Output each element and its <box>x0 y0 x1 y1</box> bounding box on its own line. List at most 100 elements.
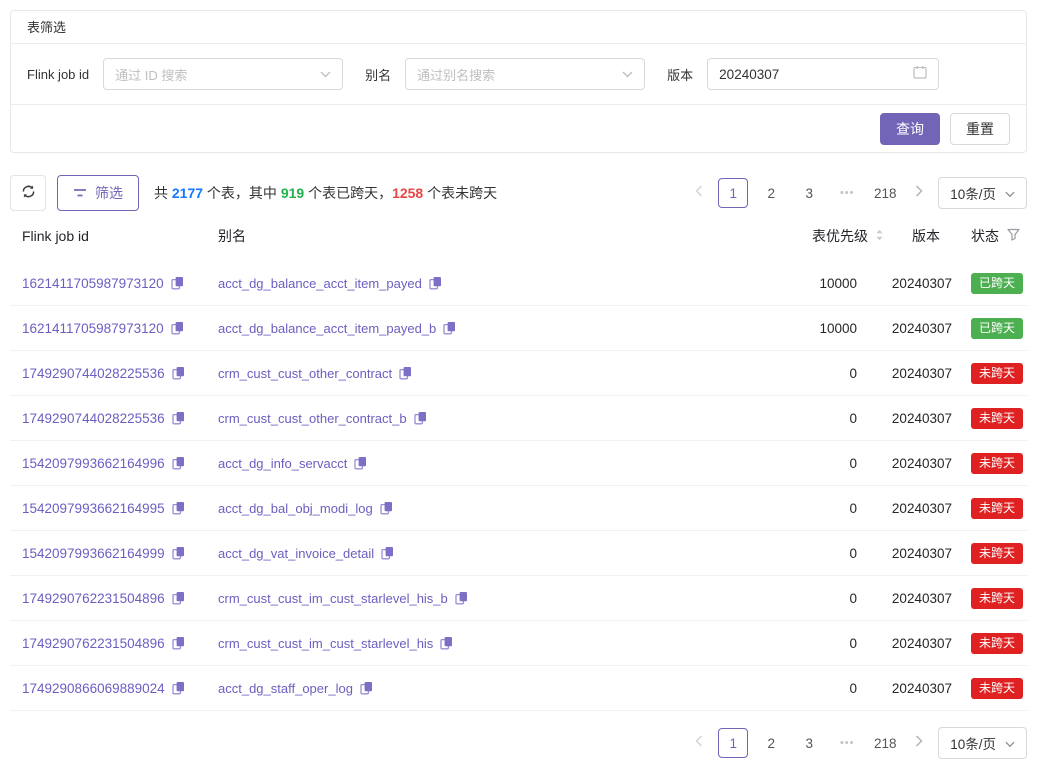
version-date-input[interactable]: 20240307 <box>707 58 939 90</box>
prev-page-button[interactable] <box>688 728 710 758</box>
alias-link[interactable]: acct_dg_balance_acct_item_payed_b <box>218 321 436 336</box>
filter-lines-icon <box>73 185 87 201</box>
page-ellipsis[interactable]: ••• <box>832 178 862 208</box>
status-badge: 未跨天 <box>971 498 1023 519</box>
copy-icon[interactable] <box>172 366 185 380</box>
copy-icon[interactable] <box>381 546 394 560</box>
chevron-down-icon <box>320 65 331 83</box>
version-value: 20240307 <box>890 591 957 606</box>
priority-value: 0 <box>730 681 890 696</box>
copy-icon[interactable] <box>443 321 456 335</box>
page-button-2[interactable]: 2 <box>756 178 786 208</box>
copy-icon[interactable] <box>354 456 367 470</box>
calendar-icon <box>913 65 927 84</box>
chevron-right-icon <box>915 734 923 752</box>
page-button-218[interactable]: 218 <box>870 728 900 758</box>
reset-button[interactable]: 重置 <box>950 113 1010 145</box>
chevron-down-icon <box>1005 186 1015 201</box>
chevron-left-icon <box>695 184 703 202</box>
alias-link[interactable]: acct_dg_vat_invoice_detail <box>218 546 374 561</box>
copy-icon[interactable] <box>172 411 185 425</box>
page-size-select[interactable]: 10条/页 <box>938 177 1027 209</box>
page-button-2[interactable]: 2 <box>756 728 786 758</box>
table-row: 1542097993662164996 acct_dg_info_servacc… <box>10 441 1027 486</box>
version-value: 20240307 <box>890 276 957 291</box>
filter-toggle-button[interactable]: 筛选 <box>57 175 139 211</box>
column-header-flink-job-id: Flink job id <box>22 228 218 244</box>
copy-icon[interactable] <box>172 456 185 470</box>
flink-job-id-select[interactable]: 通过 ID 搜索 <box>103 58 343 90</box>
version-value: 20240307 <box>890 501 957 516</box>
next-page-button[interactable] <box>908 728 930 758</box>
flink-job-id-link[interactable]: 1749290744028225536 <box>22 411 165 426</box>
sorter-icon[interactable] <box>875 228 884 245</box>
copy-icon[interactable] <box>172 546 185 560</box>
refresh-button[interactable] <box>10 175 46 211</box>
status-badge: 未跨天 <box>971 408 1023 429</box>
alias-link[interactable]: crm_cust_cust_im_cust_starlevel_his_b <box>218 591 448 606</box>
column-header-priority[interactable]: 表优先级 <box>730 226 890 246</box>
version-value: 20240307 <box>890 546 957 561</box>
chevron-down-icon <box>1005 736 1015 751</box>
page-size-select[interactable]: 10条/页 <box>938 727 1027 759</box>
alias-link[interactable]: acct_dg_bal_obj_modi_log <box>218 501 373 516</box>
flink-job-id-link[interactable]: 1621411705987973120 <box>22 276 164 291</box>
column-header-status[interactable]: 状态 <box>957 226 1027 246</box>
priority-value: 0 <box>730 456 890 471</box>
table-row: 1749290744028225536 crm_cust_cust_other_… <box>10 351 1027 396</box>
page-button-218[interactable]: 218 <box>870 178 900 208</box>
copy-icon[interactable] <box>172 636 185 650</box>
copy-icon[interactable] <box>380 501 393 515</box>
priority-value: 0 <box>730 591 890 606</box>
copy-icon[interactable] <box>414 411 427 425</box>
table-row: 1749290762231504896 crm_cust_cust_im_cus… <box>10 576 1027 621</box>
copy-icon[interactable] <box>171 276 184 290</box>
flink-job-id-link[interactable]: 1621411705987973120 <box>22 321 164 336</box>
filter-fields-row: Flink job id 通过 ID 搜索 别名 通过别名搜索 版本 20240… <box>11 44 1026 105</box>
flink-job-id-link[interactable]: 1749290762231504896 <box>22 591 165 606</box>
flink-job-id-link[interactable]: 1542097993662164996 <box>22 456 165 471</box>
alias-link[interactable]: crm_cust_cust_other_contract_b <box>218 411 407 426</box>
alias-link[interactable]: crm_cust_cust_im_cust_starlevel_his <box>218 636 433 651</box>
filter-card: 表筛选 Flink job id 通过 ID 搜索 别名 通过别名搜索 版本 2… <box>10 10 1027 153</box>
chevron-down-icon <box>622 65 633 83</box>
table-row: 1542097993662164995 acct_dg_bal_obj_modi… <box>10 486 1027 531</box>
stats-crossed-count: 919 <box>281 185 304 201</box>
column-header-alias: 别名 <box>218 226 730 246</box>
filter-funnel-icon[interactable] <box>1007 228 1020 244</box>
flink-job-id-link[interactable]: 1749290762231504896 <box>22 636 165 651</box>
alias-link[interactable]: acct_dg_balance_acct_item_payed <box>218 276 422 291</box>
alias-link[interactable]: acct_dg_staff_oper_log <box>218 681 353 696</box>
alias-select[interactable]: 通过别名搜索 <box>405 58 645 90</box>
prev-page-button[interactable] <box>688 178 710 208</box>
copy-icon[interactable] <box>429 276 442 290</box>
stats-text: 个表未跨天 <box>423 185 497 201</box>
copy-icon[interactable] <box>360 681 373 695</box>
copy-icon[interactable] <box>455 591 468 605</box>
alias-link[interactable]: crm_cust_cust_other_contract <box>218 366 392 381</box>
copy-icon[interactable] <box>171 321 184 335</box>
copy-icon[interactable] <box>172 681 185 695</box>
table-row: 1749290744028225536 crm_cust_cust_other_… <box>10 396 1027 441</box>
flink-job-id-link[interactable]: 1542097993662164995 <box>22 501 165 516</box>
version-value: 20240307 <box>890 681 957 696</box>
status-badge: 未跨天 <box>971 363 1023 384</box>
flink-job-id-link[interactable]: 1749290866069889024 <box>22 681 165 696</box>
next-page-button[interactable] <box>908 178 930 208</box>
stats-uncrossed-count: 1258 <box>392 185 423 201</box>
page-button-1[interactable]: 1 <box>718 178 748 208</box>
alias-link[interactable]: acct_dg_info_servacct <box>218 456 347 471</box>
page-ellipsis[interactable]: ••• <box>832 728 862 758</box>
copy-icon[interactable] <box>172 591 185 605</box>
copy-icon[interactable] <box>399 366 412 380</box>
flink-job-id-link[interactable]: 1749290744028225536 <box>22 366 165 381</box>
query-button[interactable]: 查询 <box>880 113 940 145</box>
page-button-3[interactable]: 3 <box>794 728 824 758</box>
results-table: Flink job id 别名 表优先级 版本 状态 1621411705987… <box>10 211 1027 711</box>
copy-icon[interactable] <box>172 501 185 515</box>
flink-job-id-link[interactable]: 1542097993662164999 <box>22 546 165 561</box>
priority-value: 10000 <box>730 276 890 291</box>
copy-icon[interactable] <box>440 636 453 650</box>
page-button-1[interactable]: 1 <box>718 728 748 758</box>
page-button-3[interactable]: 3 <box>794 178 824 208</box>
